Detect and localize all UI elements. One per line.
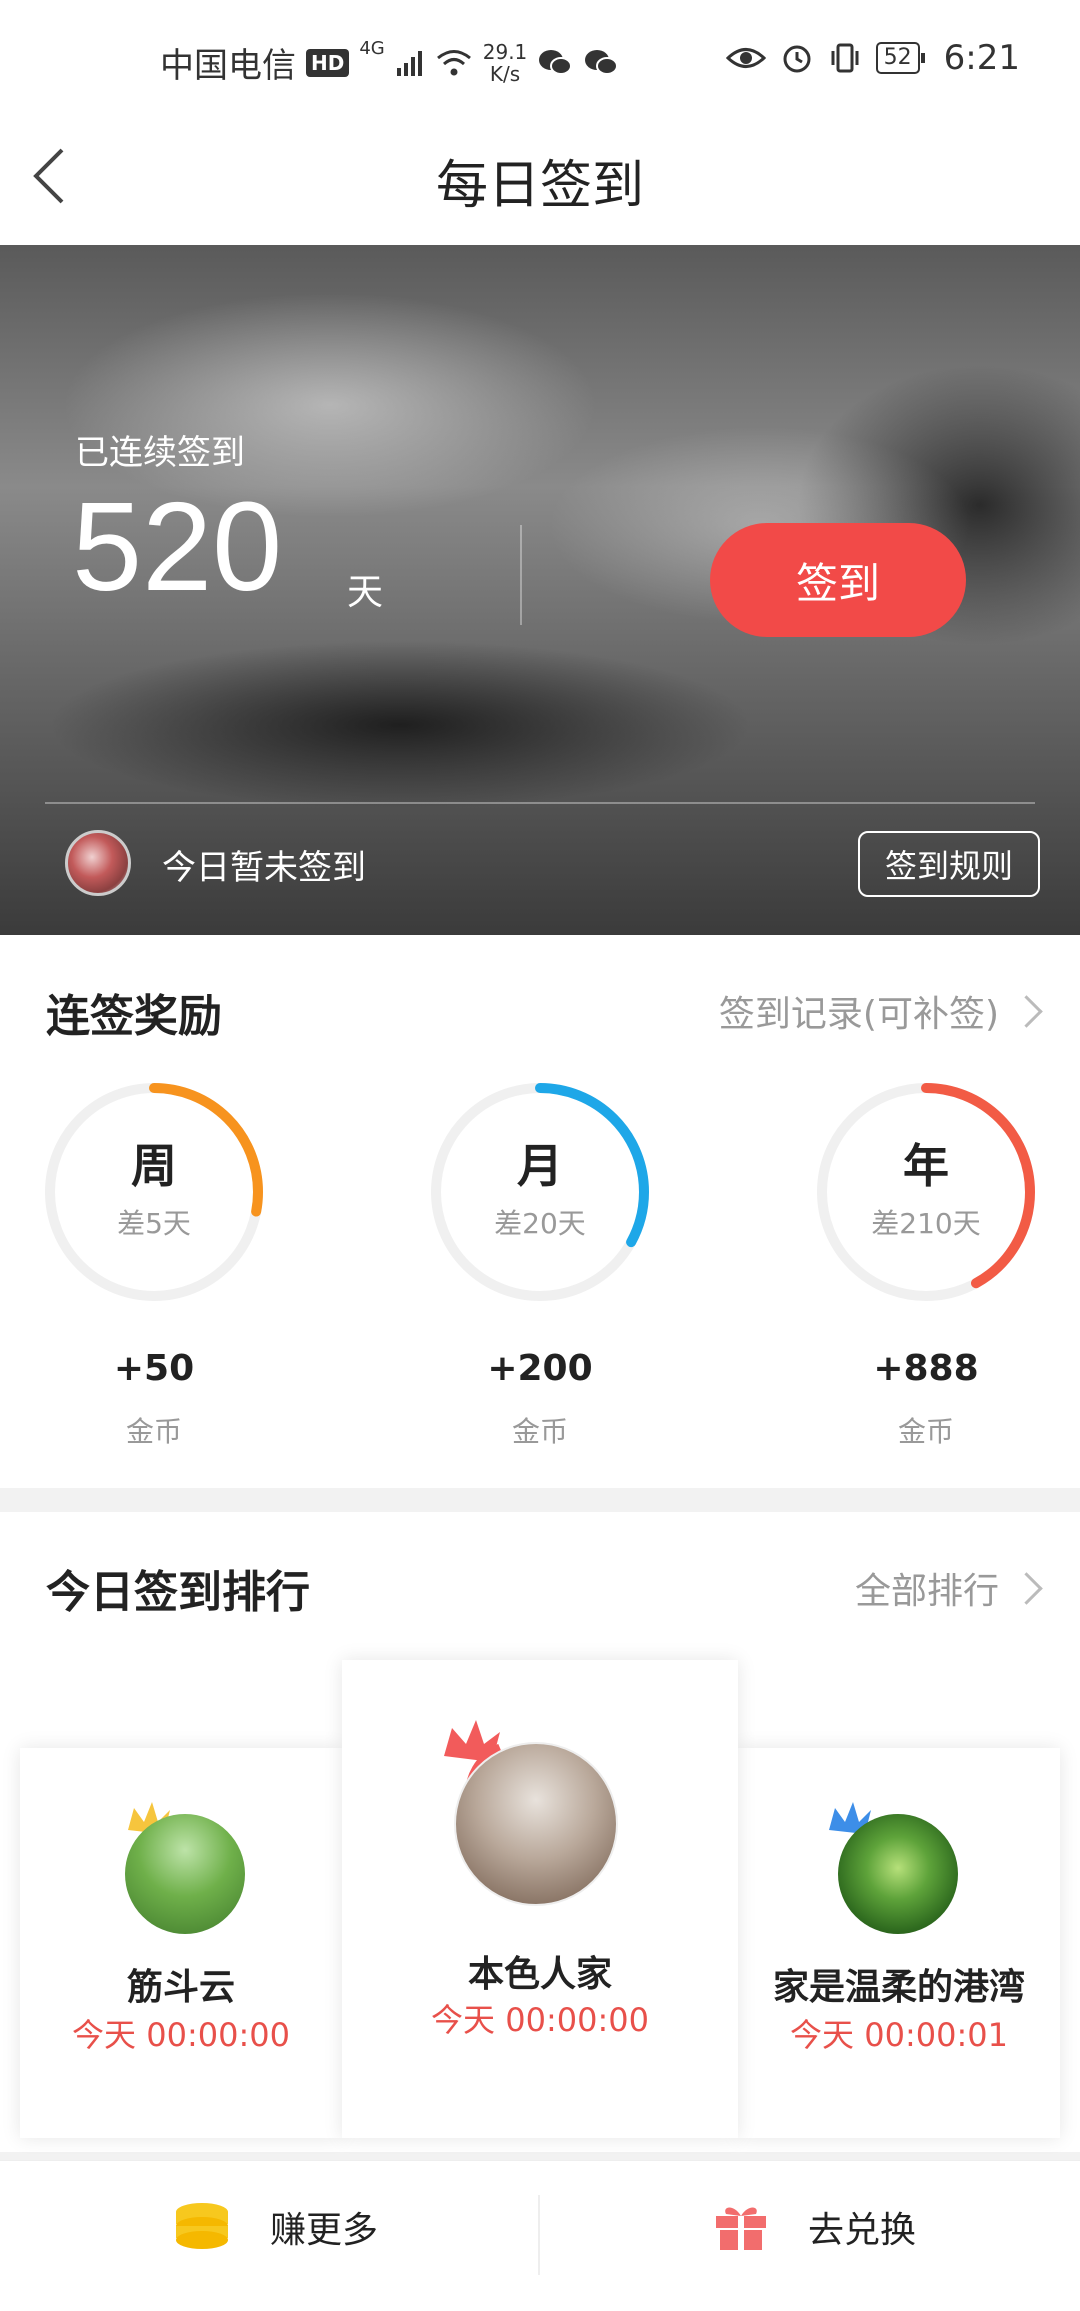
speed-value: 29.1 [482,39,528,64]
wechat-icon [585,49,619,75]
earn-more-button[interactable]: 赚更多 [168,2200,384,2254]
status-left: 中国电信 HD 4G 29.1 K/s [160,38,619,87]
reward-amount: +200 [487,1348,593,1389]
checkin-hero: 已连续签到 520 天 签到 今日暂未签到 签到规则 [0,245,1080,935]
hd-badge: HD [306,48,350,77]
battery-indicator: 52 [875,42,925,74]
reward-remaining: 差210天 [871,1207,981,1240]
status-right: 52 6:21 [725,38,1020,78]
reward-item-week: 周 差5天 +50 金币 [42,1080,266,1448]
checkin-record-label: 签到记录(可补签) [718,994,999,1035]
all-ranking-link[interactable]: 全部排行 [854,1562,1043,1614]
reward-remaining: 差20天 [494,1207,586,1240]
reward-remaining: 差5天 [117,1207,191,1240]
rank-time: 今天 00:00:00 [72,2016,290,2054]
rank-time: 今天 00:00:01 [790,2016,1008,2054]
rank-time: 今天 00:00:00 [431,2001,649,2039]
page-title: 每日签到 [435,156,644,216]
reward-item-month: 月 差20天 +200 金币 [428,1080,652,1448]
earn-more-label: 赚更多 [270,2209,379,2250]
chevron-right-icon [1010,1571,1043,1605]
bottom-divider [538,2195,540,2275]
reward-unit: 金币 [125,1415,182,1448]
streak-rewards-section: 连签奖励 签到记录(可补签) 周 差5天 +50 金币 月 差20天 +200 … [0,935,1080,1488]
wifi-icon [436,49,471,75]
vibrate-icon [831,43,859,73]
exchange-button[interactable]: 去兑换 [708,2200,922,2254]
reward-period: 月 [517,1139,563,1193]
rank-card-2[interactable]: 筋斗云 今天 00:00:00 [20,1748,342,2138]
hero-divider [520,525,522,625]
exchange-label: 去兑换 [808,2209,917,2250]
alarm-icon [783,45,811,73]
chevron-right-icon [1010,994,1043,1028]
checkin-button[interactable]: 签到 [710,523,966,637]
network-type: 4G [359,38,385,59]
reward-unit: 金币 [897,1415,954,1448]
rank-avatar [454,1742,618,1906]
daily-ranking-section: 今日签到排行 全部排行 筋斗云 今天 00:00:00 家是温柔的港湾 今天 0… [0,1512,1080,2152]
rank-name: 筋斗云 [126,1967,235,2008]
reward-period: 年 [903,1139,949,1193]
rank-card-3[interactable]: 家是温柔的港湾 今天 00:00:01 [738,1748,1060,2138]
signal-icon [396,50,422,76]
wechat-icon [539,49,573,75]
user-avatar[interactable] [65,830,131,896]
rank-name: 家是温柔的港湾 [772,1967,1025,2008]
coins-icon [176,2203,228,2249]
reward-item-year: 年 差210天 +888 金币 [814,1080,1038,1448]
hero-separator [45,802,1035,804]
rules-button[interactable]: 签到规则 [858,831,1040,897]
clock: 6:21 [943,38,1020,78]
reward-amount: +50 [113,1348,195,1389]
carrier-name: 中国电信 [160,46,296,86]
rewards-title: 连签奖励 [46,991,222,1042]
reward-unit: 金币 [511,1415,568,1448]
checkin-status: 今日暂未签到 [162,848,366,888]
network-speed: 29.1 K/s [483,41,528,85]
streak-label: 已连续签到 [75,433,245,473]
rank-avatar [838,1814,958,1934]
gift-icon [716,2207,766,2250]
rank-name: 本色人家 [467,1954,612,1995]
rank-card-1[interactable]: 本色人家 今天 00:00:00 [342,1660,738,2138]
ranking-title: 今日签到排行 [46,1567,310,1618]
streak-count: 520 [72,476,283,617]
checkin-record-link[interactable]: 签到记录(可补签) [718,985,1043,1037]
rank-avatar [125,1814,245,1934]
reward-amount: +888 [873,1348,979,1389]
reward-period: 周 [131,1139,177,1193]
speed-unit: K/s [489,61,521,86]
all-ranking-label: 全部排行 [854,1571,999,1612]
streak-unit: 天 [347,572,384,613]
eye-icon [725,48,766,68]
